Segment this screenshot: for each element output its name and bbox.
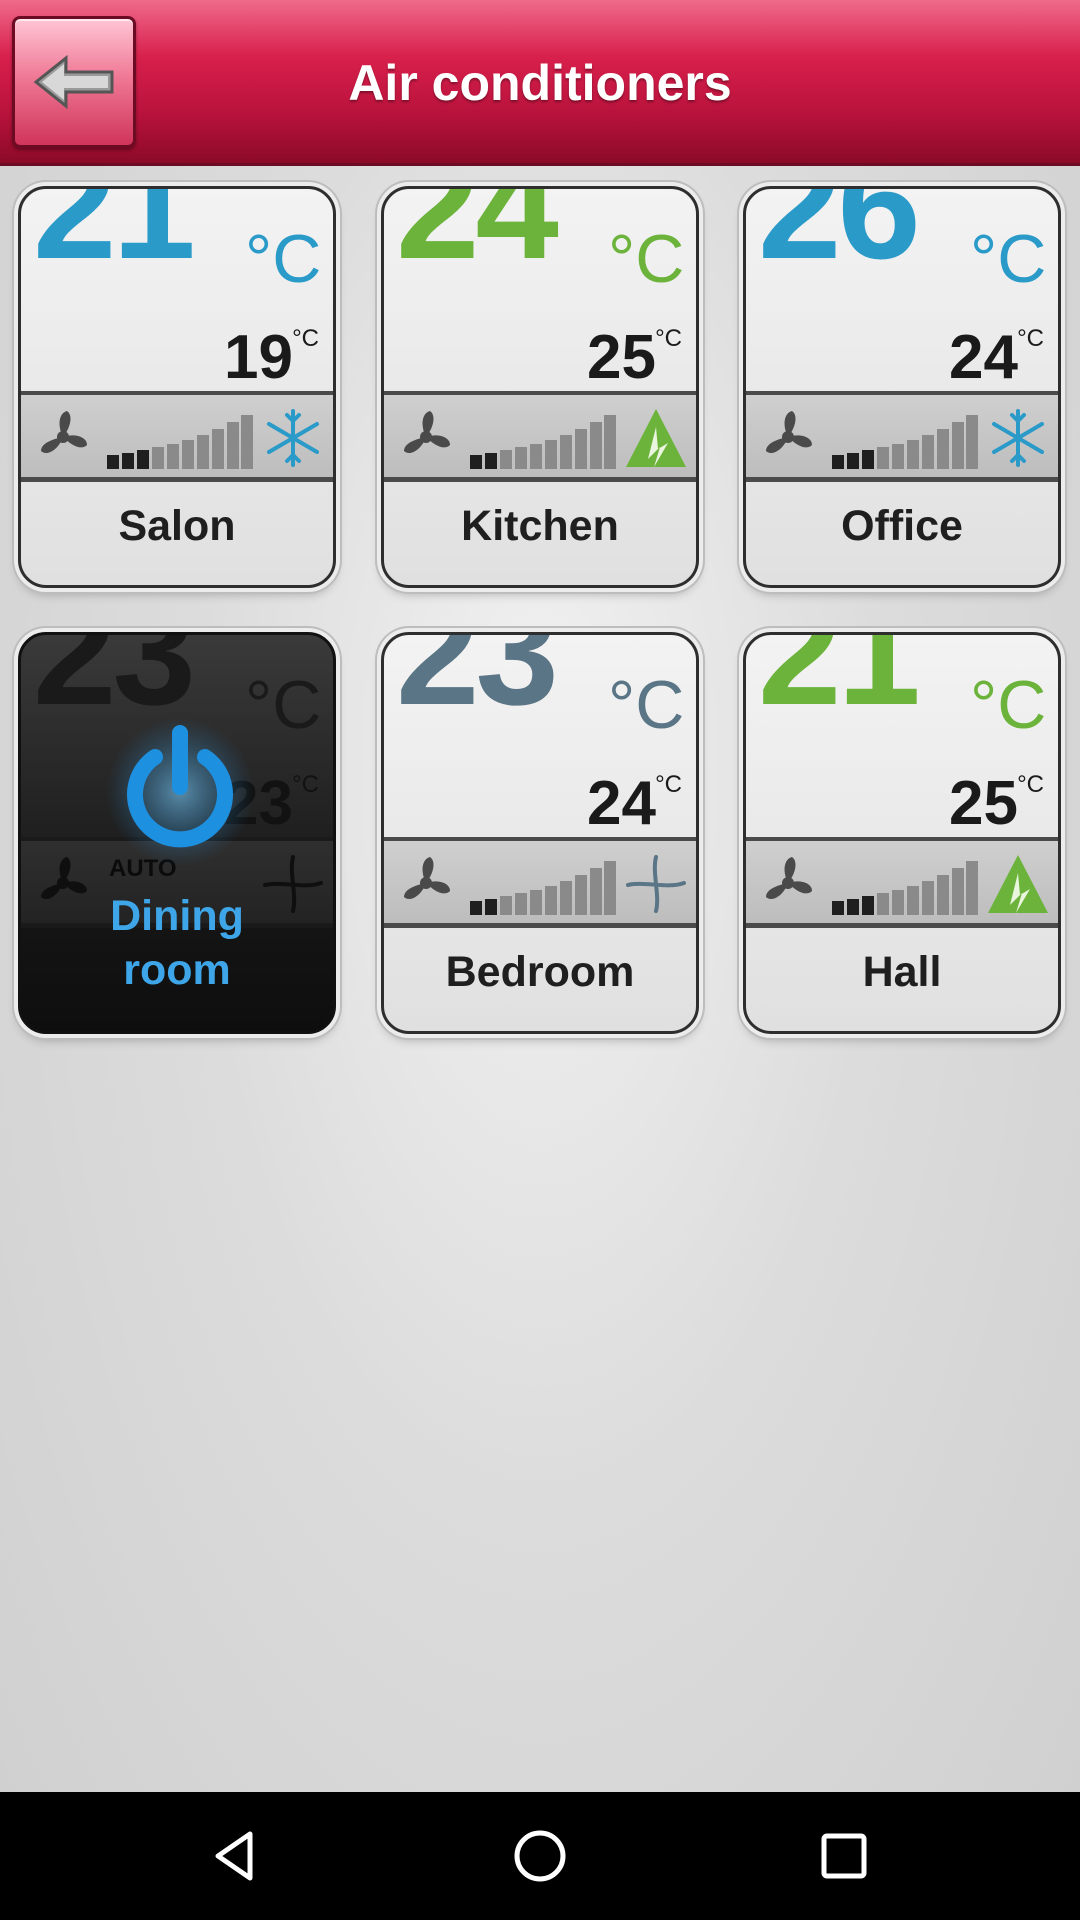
ac-card-office[interactable]: 26 °C 24 °C Office [743,186,1061,588]
fan-icon [404,411,450,454]
temperature-unit: °C [608,221,685,297]
fan-icon [41,411,87,454]
set-temperature: 24 [587,769,656,838]
nav-back-icon [215,1831,253,1881]
room-name: Dining room [21,883,333,1003]
fan-blade-icon [626,855,686,913]
current-temperature: 26 [758,186,921,290]
set-temperature-unit: °C [292,325,319,352]
room-name: Salon [118,501,236,550]
set-temperature: 25 [949,769,1018,838]
divider [384,477,696,482]
ac-card-dining-room[interactable]: 23 °C 23 °C AUTO Dining room [18,632,336,1034]
fan-speed-indicator [832,415,978,469]
set-temperature-unit: °C [1017,325,1044,352]
temperature-unit: °C [970,221,1047,297]
nav-recents-icon [821,1833,867,1879]
snowflake-icon [992,409,1044,467]
temperature-unit: °C [970,667,1047,743]
room-name: Hall [862,947,942,996]
fan-speed-indicator [470,861,616,915]
set-temperature: 25 [587,323,656,392]
fan-speed-indicator [470,415,616,469]
nav-recents-button[interactable] [804,1816,884,1896]
current-temperature: 21 [758,632,921,736]
auto-mountain-icon [626,409,686,467]
power-icon[interactable] [105,717,255,867]
set-temperature-unit: °C [655,325,682,352]
auto-mountain-icon [988,855,1048,913]
divider [746,477,1058,482]
fan-icon [766,857,812,900]
fan-icon [766,411,812,454]
page-title: Air conditioners [348,55,732,111]
snowflake-icon [267,409,319,467]
divider [21,477,333,482]
nav-back-button[interactable] [196,1816,276,1896]
nav-home-icon [514,1830,566,1882]
current-temperature: 23 [33,632,196,736]
fan-speed-indicator [107,415,253,469]
temperature-unit: °C [245,667,322,743]
set-temperature-unit: °C [655,771,682,798]
ac-card-kitchen[interactable]: 24 °C 25 °C Kitchen [381,186,699,588]
set-temperature: 24 [949,323,1018,392]
arrow-left-icon [33,54,114,110]
temperature-unit: °C [245,221,322,297]
room-name-line2: room [123,946,231,994]
temperature-unit: °C [608,667,685,743]
set-temperature-unit: °C [1017,771,1044,798]
room-name: Kitchen [461,501,619,550]
ac-card-bedroom[interactable]: 23 °C 24 °C Bedroom [381,632,699,1034]
fan-speed-indicator [832,861,978,915]
ac-card-salon[interactable]: 21 °C 19 °C Salon [18,186,336,588]
room-name: Office [841,501,963,550]
set-temperature-unit: °C [292,771,319,798]
current-temperature: 23 [396,632,559,736]
app-header: Air conditioners [0,0,1080,166]
system-navigation-bar [0,1792,1080,1920]
set-temperature: 19 [224,323,293,392]
current-temperature: 21 [33,186,196,290]
room-name: Bedroom [445,947,635,996]
room-name-line1: Dining [110,892,244,940]
divider [746,923,1058,928]
current-temperature: 24 [396,186,559,290]
nav-home-button[interactable] [500,1816,580,1896]
ac-card-hall[interactable]: 21 °C 25 °C Hall [743,632,1061,1034]
back-button[interactable] [12,16,136,148]
divider [384,923,696,928]
fan-icon [404,857,450,900]
